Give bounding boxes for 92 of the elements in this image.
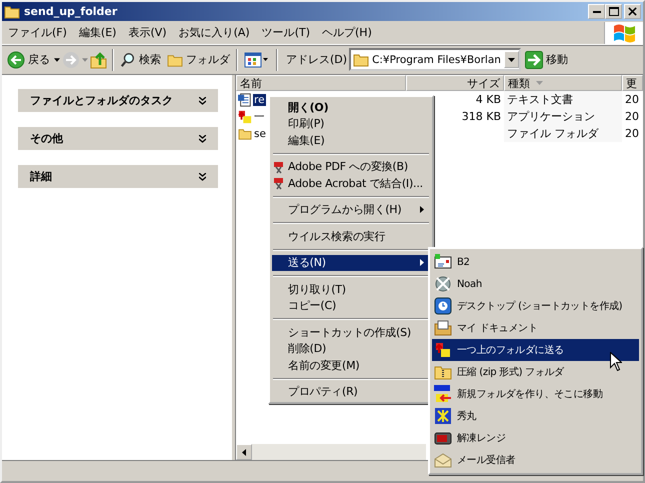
folder-icon	[167, 52, 183, 66]
sort-arrow-icon	[536, 81, 543, 85]
menu-item[interactable]: 秀丸	[432, 405, 639, 427]
menu-item[interactable]: Adobe PDF への変換(B)	[272, 158, 430, 175]
window-title: send_up_folder	[24, 5, 118, 18]
maximize-button[interactable]	[605, 4, 622, 19]
folder-icon	[238, 128, 252, 140]
task-panel-header[interactable]: ファイルとフォルダのタスク	[18, 89, 218, 112]
menu-item[interactable]: お気に入り(A)	[172, 25, 256, 40]
left-arrow-icon	[242, 448, 246, 456]
close-icon	[628, 7, 637, 16]
menu-item[interactable]: プログラムから開く(H)	[272, 202, 430, 218]
envelope-icon	[434, 254, 452, 270]
search-icon	[120, 52, 136, 68]
text-file-icon	[238, 92, 252, 106]
menu-item[interactable]: Noah	[432, 273, 639, 295]
menu-item[interactable]: 送る(N)	[272, 254, 430, 271]
back-button[interactable]: 戻る	[5, 50, 52, 70]
menu-item[interactable]: 編集(E)	[272, 132, 430, 148]
documents-folder-icon	[434, 320, 452, 336]
menu-item[interactable]: 解凍レンジ	[432, 427, 639, 449]
menu-item[interactable]: B2	[432, 251, 639, 273]
horizontal-scrollbar[interactable]	[236, 444, 426, 460]
desktop-icon	[434, 297, 452, 315]
file-type: ファイル フォルダ	[504, 125, 622, 142]
menu-item[interactable]: ツール(T)	[256, 25, 316, 40]
file-type: アプリケーション	[504, 108, 622, 125]
menu-item[interactable]: 切り取り(T)	[272, 281, 430, 298]
menu-item[interactable]: デスクトップ (ショートカットを作成)	[432, 295, 639, 317]
minimize-button[interactable]	[588, 4, 605, 19]
file-date: 20	[624, 126, 640, 142]
file-size: 318 KB	[462, 110, 501, 123]
menu-item[interactable]: 圧縮 (zip 形式) フォルダ	[432, 361, 639, 383]
address-field[interactable]: C:¥Program Files¥Borlan	[349, 48, 521, 71]
file-type: テキスト文書	[504, 91, 622, 108]
menu-item[interactable]: 開く(O)	[272, 99, 430, 116]
folders-button[interactable]: フォルダ	[165, 51, 232, 68]
menu-item[interactable]: 表示(V)	[122, 25, 173, 40]
expand-chevron-icon[interactable]	[199, 96, 206, 104]
column-header[interactable]: サイズ	[406, 75, 504, 91]
menu-item[interactable]: Adobe Acrobat で結合(I)...	[272, 175, 430, 192]
mouse-pointer-icon	[610, 352, 622, 371]
editor-icon	[434, 407, 452, 425]
file-size: 4 KB	[476, 93, 501, 106]
menu-item[interactable]: 削除(D)	[272, 340, 430, 357]
folder-icon	[4, 4, 20, 18]
task-panel-header[interactable]: 詳細	[18, 165, 218, 188]
caret-icon[interactable]	[54, 58, 60, 62]
go-button[interactable]: 移動	[522, 50, 570, 70]
windows-logo	[612, 22, 636, 42]
zip-folder-icon	[434, 364, 452, 380]
menu-item[interactable]: 新規フォルダを作り、そこに移動	[432, 383, 639, 405]
menu-item[interactable]: ヘルプ(H)	[316, 25, 378, 40]
go-arrow-icon	[524, 50, 543, 68]
file-date: 20	[624, 92, 640, 108]
arrow-folder-icon	[435, 342, 451, 358]
new-folder-icon	[434, 385, 452, 403]
menu-item[interactable]: メール受信者	[432, 449, 639, 471]
column-header[interactable]: 名前	[236, 75, 406, 91]
expand-chevron-icon[interactable]	[199, 134, 206, 142]
address-label: アドレス(D)	[286, 52, 348, 67]
menu-item[interactable]: プロパティ(R)	[272, 384, 430, 400]
folder-up-icon[interactable]	[90, 50, 108, 68]
menu-item[interactable]: 編集(E)	[72, 25, 122, 40]
folder-icon	[353, 52, 370, 66]
view-icon	[244, 52, 270, 68]
menu-item[interactable]: 一つ上のフォルダに送る	[432, 339, 639, 361]
task-panel-header[interactable]: その他	[18, 127, 218, 150]
minimize-icon	[592, 10, 600, 12]
expand-chevron-icon[interactable]	[199, 172, 206, 180]
application-icon	[238, 110, 252, 124]
file-name[interactable]: 一	[253, 110, 266, 124]
maximize-icon	[608, 7, 618, 16]
tool-icon	[434, 275, 452, 293]
menu-item[interactable]: ウイルス検索の実行	[272, 228, 430, 244]
menu-item[interactable]: 名前の変更(M)	[272, 357, 430, 374]
caret-icon	[508, 58, 515, 62]
column-header[interactable]: 更	[622, 75, 643, 91]
dropdown-button[interactable]	[504, 51, 519, 68]
menu-item[interactable]: コピー(C)	[272, 298, 430, 314]
envelope-icon	[434, 452, 452, 468]
menu-item[interactable]: マイ ドキュメント	[432, 317, 639, 339]
search-button[interactable]: 検索	[118, 50, 163, 68]
file-name[interactable]: se	[253, 128, 267, 140]
file-date: 20	[624, 109, 640, 125]
menu-item[interactable]: ショートカットの作成(S)	[272, 324, 430, 340]
close-button[interactable]	[624, 4, 641, 19]
menu-item[interactable]: 印刷(P)	[272, 116, 430, 132]
microwave-icon	[434, 430, 452, 446]
file-name[interactable]: re	[253, 94, 266, 106]
column-header[interactable]: 種類	[504, 75, 622, 91]
menu-item[interactable]: ファイル(F)	[2, 25, 73, 40]
